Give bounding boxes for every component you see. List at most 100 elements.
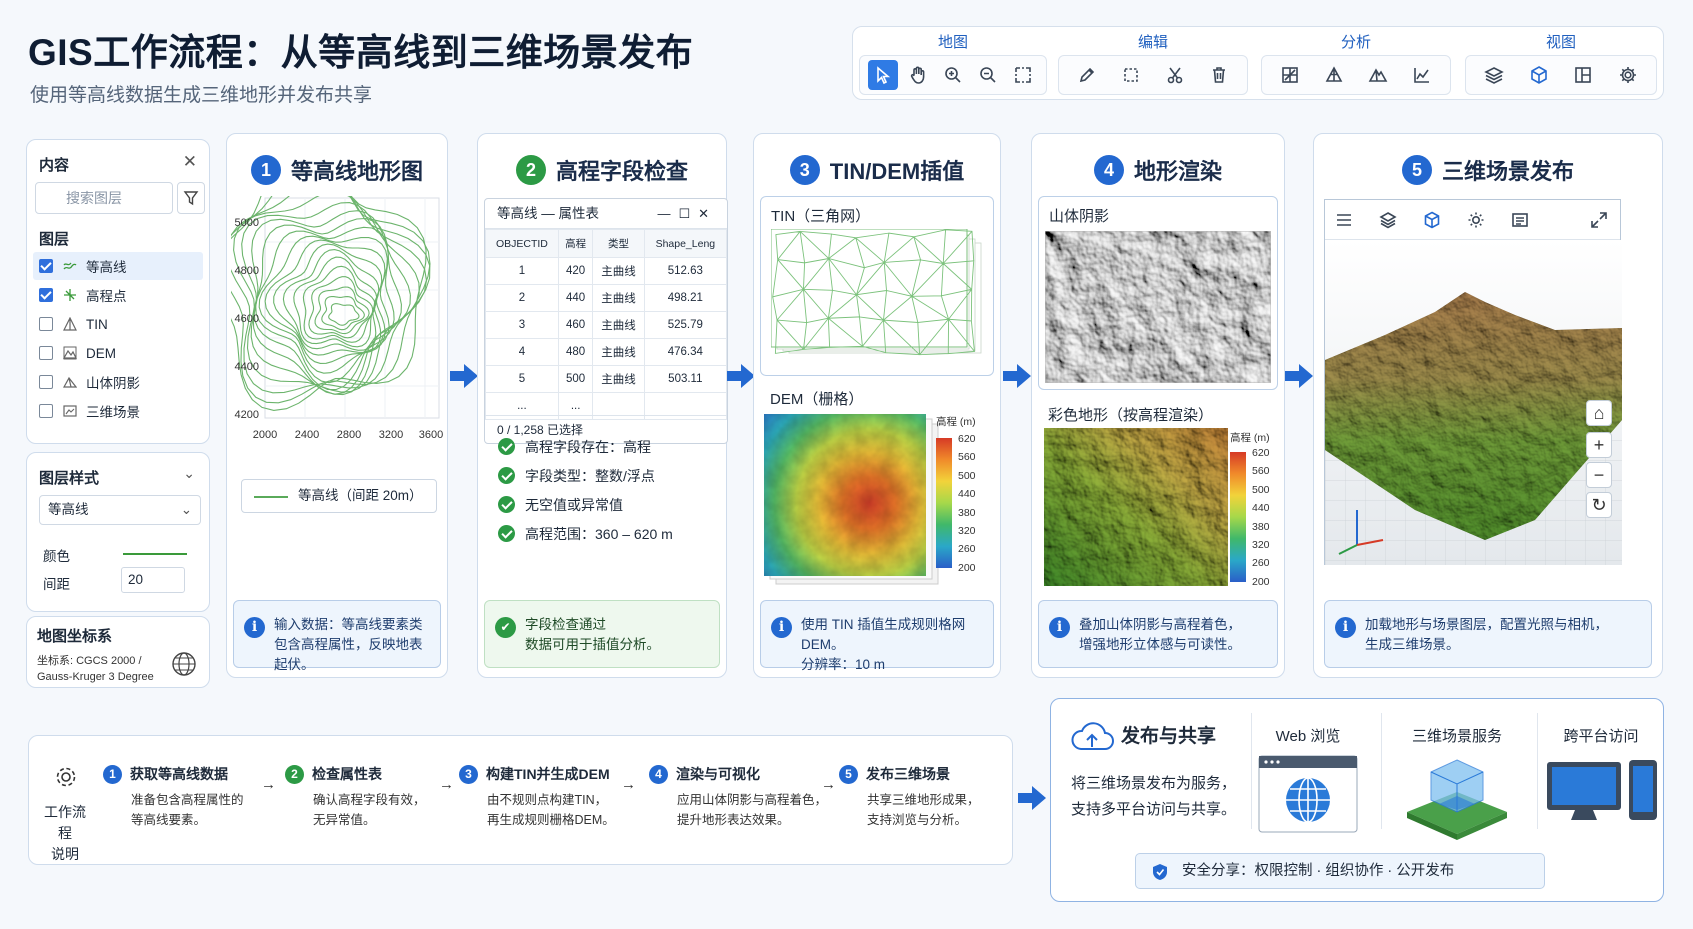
legend-tick: 560 — [958, 451, 976, 464]
zoom-in-icon[interactable] — [938, 60, 968, 90]
arrow-right-icon — [1285, 364, 1313, 388]
split-view-icon[interactable] — [1568, 60, 1598, 90]
stage1-info: i 输入数据：等高线要素类 包含高程属性，反映地表起伏。 — [233, 600, 441, 672]
info-line: 输入数据：等高线要素类 — [274, 617, 423, 632]
layers-icon[interactable] — [1479, 60, 1509, 90]
settings-gear-icon[interactable] — [1613, 60, 1643, 90]
column-header[interactable]: 类型 — [592, 229, 645, 258]
color-terrain-image — [1044, 428, 1228, 586]
layers-icon[interactable] — [1379, 211, 1397, 229]
web-browse-option[interactable]: Web 浏览 — [1257, 725, 1359, 838]
x-tick: 2800 — [337, 429, 361, 441]
layer-item-hillshade[interactable]: 山体阴影 — [33, 368, 203, 396]
chevron-down-icon[interactable]: ⌄ — [183, 465, 195, 482]
dem-title: DEM（栅格） — [770, 391, 864, 408]
interval-input[interactable]: 20 — [121, 567, 185, 593]
cross-platform-option[interactable]: 跨平台访问 — [1543, 725, 1659, 832]
info-icon: i — [1335, 617, 1356, 638]
tin-icon — [63, 317, 77, 331]
color-terrain-view: 彩色地形（按高程渲染） 高程 (m) 620 560 500 440 380 320 260… — [1038, 396, 1278, 592]
trash-icon[interactable] — [1204, 60, 1234, 90]
workflow-step: 3 构建TIN并生成DEM 由不规则点构建TIN， 再生成规则栅格DEM。 — [459, 764, 639, 830]
legend-tick: 200 — [958, 561, 976, 574]
layer-checkbox[interactable] — [39, 346, 53, 360]
layer-checkbox[interactable] — [39, 259, 53, 273]
stage-title-text: 等高线地形图 — [290, 159, 423, 184]
step-title: 检查属性表 — [312, 766, 382, 782]
layer-checkbox[interactable] — [39, 404, 53, 418]
fullscreen-icon[interactable] — [1590, 211, 1608, 229]
layer-item-tin[interactable]: TIN — [33, 310, 203, 338]
stage5-info: i 加载地形与场景图层，配置光照与相机， 生成三维场景。 — [1324, 600, 1652, 668]
info-line: 字段检查通过 — [525, 617, 606, 632]
table-row[interactable]: 5 500 主曲线 503.11 — [485, 365, 727, 393]
home-icon[interactable]: ⌂ — [1586, 400, 1612, 426]
color-label: 颜色 — [43, 549, 70, 564]
check-list: 高程字段存在：高程 字段类型：整数/浮点 无空值或异常值 高程范围：360 – … — [498, 432, 673, 548]
layer-search-input[interactable]: 搜索图层 — [35, 182, 173, 214]
pan-hand-icon[interactable] — [903, 60, 933, 90]
hillshade-title: 山体阴影 — [1049, 208, 1110, 225]
3d-cube-icon[interactable] — [1423, 211, 1441, 229]
close-icon[interactable]: ✕ — [183, 152, 197, 172]
select-rectangle-icon[interactable] — [1008, 60, 1038, 90]
publish-desc-line: 将三维场景发布为服务， — [1071, 775, 1237, 792]
profile-chart-icon[interactable] — [1407, 60, 1437, 90]
tin-mesh — [771, 229, 982, 356]
cut-icon[interactable] — [1160, 60, 1190, 90]
scene-service-option[interactable]: 三维场景服务 — [1387, 725, 1527, 846]
check-item: 高程范围：360 – 620 m — [498, 519, 673, 548]
stage-title: 3 TIN/DEM插值 — [754, 154, 1000, 186]
pointer-icon[interactable] — [868, 60, 899, 90]
legend-title: 高程 (m) — [1230, 432, 1270, 444]
toolbar-group-edit: 编辑 — [1058, 31, 1248, 97]
table-cell: 主曲线 — [592, 257, 645, 285]
pencil-icon[interactable] — [1072, 60, 1102, 90]
toolbar-group-map: 地图 — [859, 31, 1047, 97]
table-row[interactable]: 4 480 主曲线 476.34 — [485, 338, 727, 366]
filter-icon[interactable] — [177, 182, 205, 214]
terrain-icon[interactable] — [1363, 60, 1393, 90]
zoom-out-icon[interactable] — [973, 60, 1003, 90]
column-header[interactable]: 高程 — [557, 229, 594, 258]
layer-style-select[interactable]: 等高线 ⌄ — [39, 495, 201, 525]
tin-triangle-icon[interactable] — [1319, 60, 1349, 90]
layer-item-dem[interactable]: DEM — [33, 339, 203, 367]
column-header[interactable]: OBJECTID — [485, 229, 559, 258]
menu-icon[interactable] — [1335, 211, 1353, 229]
globe-icon[interactable] — [171, 651, 197, 677]
column-header[interactable]: Shape_Leng — [643, 229, 727, 258]
3d-cube-icon[interactable] — [1524, 60, 1554, 90]
hillshade-view: 山体阴影 — [1038, 196, 1278, 390]
cross-platform-label: 跨平台访问 — [1563, 728, 1639, 745]
zoom-in-plus-icon[interactable]: + — [1586, 432, 1612, 458]
layer-name: 山体阴影 — [86, 376, 140, 391]
list-icon[interactable] — [1511, 211, 1529, 229]
info-line: 分辨率：10 m — [801, 657, 886, 672]
table-cell: 4 — [485, 338, 559, 366]
publish-desc-line: 支持多平台访问与共享。 — [1071, 801, 1237, 818]
stage-number: 3 — [789, 155, 820, 185]
layer-item-contours[interactable]: 等高线 — [33, 252, 203, 280]
info-line: 生成三维场景。 — [1365, 637, 1460, 652]
window-controls[interactable]: —☐✕ — [657, 199, 717, 229]
info-line: 数据可用于插值分析。 — [525, 637, 660, 652]
y-tick: 4200 — [235, 409, 259, 421]
raster-grid-icon[interactable] — [1275, 60, 1305, 90]
rotate-icon[interactable]: ↻ — [1586, 492, 1612, 518]
chevron-down-icon: ⌄ — [180, 502, 192, 517]
layer-checkbox[interactable] — [39, 288, 53, 302]
zoom-out-minus-icon[interactable]: − — [1586, 462, 1612, 488]
layer-item-elevation-points[interactable]: 高程点 — [33, 281, 203, 309]
layer-checkbox[interactable] — [39, 317, 53, 331]
layer-item-3d-scene[interactable]: 三维场景 — [33, 397, 203, 425]
dashed-select-icon[interactable] — [1116, 60, 1146, 90]
table-row[interactable]: 2 440 主曲线 498.21 — [485, 284, 727, 312]
light-sun-icon[interactable] — [1467, 211, 1485, 229]
arrow-right-icon — [1003, 364, 1031, 388]
line-color-swatch[interactable] — [123, 553, 187, 555]
step-number: 4 — [649, 764, 668, 784]
layer-checkbox[interactable] — [39, 375, 53, 389]
table-row[interactable]: 3 460 主曲线 525.79 — [485, 311, 727, 339]
table-row[interactable]: 1 420 主曲线 512.63 — [485, 257, 727, 285]
